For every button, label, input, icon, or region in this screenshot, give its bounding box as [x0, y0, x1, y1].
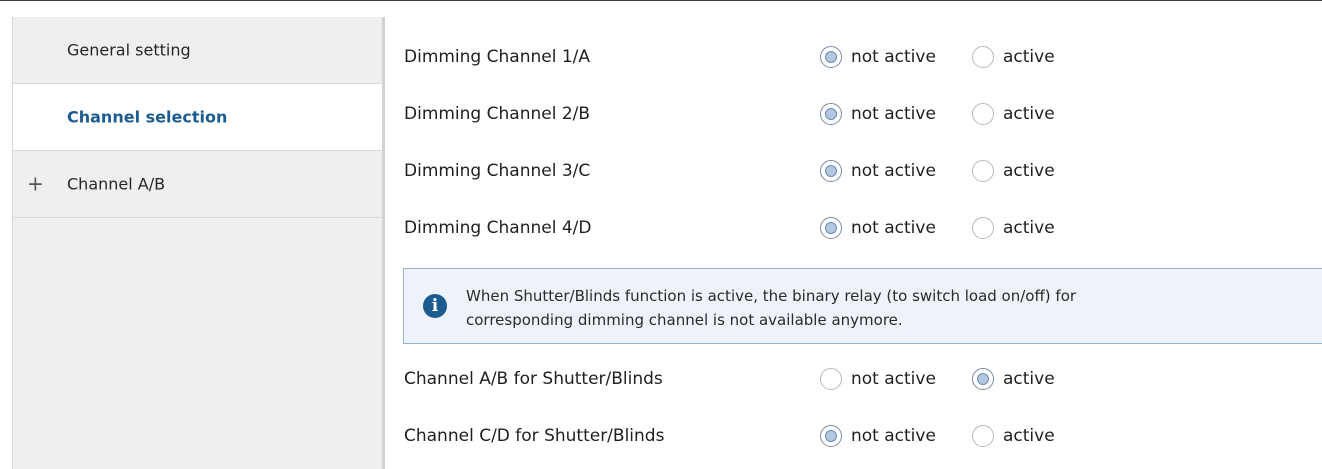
radio-not-active[interactable]: not active	[820, 368, 936, 390]
radio-label: active	[1003, 104, 1055, 124]
radio-active[interactable]: active	[972, 46, 1055, 68]
radio-button-checked[interactable]	[820, 46, 842, 68]
param-row-dimming-channel-1a: Dimming Channel 1/A not active active	[385, 37, 1322, 77]
radio-label: active	[1003, 161, 1055, 181]
param-label: Channel C/D for Shutter/Blinds	[404, 426, 665, 446]
radio-active[interactable]: active	[972, 160, 1055, 182]
param-label: Channel A/B for Shutter/Blinds	[404, 369, 663, 389]
param-label: Dimming Channel 3/C	[404, 161, 591, 181]
radio-active[interactable]: active	[972, 103, 1055, 125]
param-row-channel-ab-shutter: Channel A/B for Shutter/Blinds not activ…	[385, 359, 1322, 399]
param-label: Dimming Channel 4/D	[404, 218, 592, 238]
sidebar: General setting Channel selection + Chan…	[12, 17, 382, 469]
sidebar-item-label: Channel A/B	[67, 174, 166, 194]
radio-not-active[interactable]: not active	[820, 160, 936, 182]
radio-button-checked[interactable]	[972, 368, 994, 390]
sidebar-item-label: General setting	[67, 40, 191, 60]
info-box: i When Shutter/Blinds function is active…	[403, 268, 1322, 344]
radio-not-active[interactable]: not active	[820, 425, 936, 447]
parameter-window: General setting Channel selection + Chan…	[0, 0, 1322, 469]
radio-button[interactable]	[820, 368, 842, 390]
info-icon: i	[423, 294, 447, 318]
sidebar-item-general-setting[interactable]: General setting	[13, 17, 382, 84]
parameter-panel: Dimming Channel 1/A not active active Di…	[385, 17, 1322, 469]
radio-not-active[interactable]: not active	[820, 217, 936, 239]
radio-label: not active	[851, 104, 936, 124]
param-row-dimming-channel-3c: Dimming Channel 3/C not active active	[385, 151, 1322, 191]
radio-label: active	[1003, 369, 1055, 389]
radio-not-active[interactable]: not active	[820, 46, 936, 68]
radio-button[interactable]	[972, 425, 994, 447]
radio-button-checked[interactable]	[820, 217, 842, 239]
radio-button[interactable]	[972, 160, 994, 182]
radio-active[interactable]: active	[972, 217, 1055, 239]
radio-active[interactable]: active	[972, 368, 1055, 390]
radio-label: not active	[851, 218, 936, 238]
param-row-channel-cd-shutter: Channel C/D for Shutter/Blinds not activ…	[385, 416, 1322, 456]
radio-label: not active	[851, 426, 936, 446]
param-row-dimming-channel-4d: Dimming Channel 4/D not active active	[385, 208, 1322, 248]
radio-button[interactable]	[972, 46, 994, 68]
sidebar-item-channel-ab[interactable]: + Channel A/B	[13, 151, 382, 218]
radio-label: not active	[851, 369, 936, 389]
radio-label: not active	[851, 161, 936, 181]
radio-button[interactable]	[972, 103, 994, 125]
param-label: Dimming Channel 1/A	[404, 47, 590, 67]
param-label: Dimming Channel 2/B	[404, 104, 591, 124]
info-text-line: When Shutter/Blinds function is active, …	[466, 287, 1077, 305]
expand-plus-icon[interactable]: +	[27, 172, 44, 196]
radio-button[interactable]	[972, 217, 994, 239]
sidebar-item-channel-selection[interactable]: Channel selection	[13, 84, 382, 151]
sidebar-item-label: Channel selection	[67, 107, 228, 127]
param-row-dimming-channel-2b: Dimming Channel 2/B not active active	[385, 94, 1322, 134]
radio-label: active	[1003, 47, 1055, 67]
radio-label: active	[1003, 426, 1055, 446]
radio-label: not active	[851, 47, 936, 67]
radio-active[interactable]: active	[972, 425, 1055, 447]
radio-not-active[interactable]: not active	[820, 103, 936, 125]
radio-label: active	[1003, 218, 1055, 238]
info-text: When Shutter/Blinds function is active, …	[466, 284, 1286, 332]
radio-button-checked[interactable]	[820, 160, 842, 182]
radio-button-checked[interactable]	[820, 425, 842, 447]
info-text-line: corresponding dimming channel is not ava…	[466, 311, 903, 329]
radio-button-checked[interactable]	[820, 103, 842, 125]
